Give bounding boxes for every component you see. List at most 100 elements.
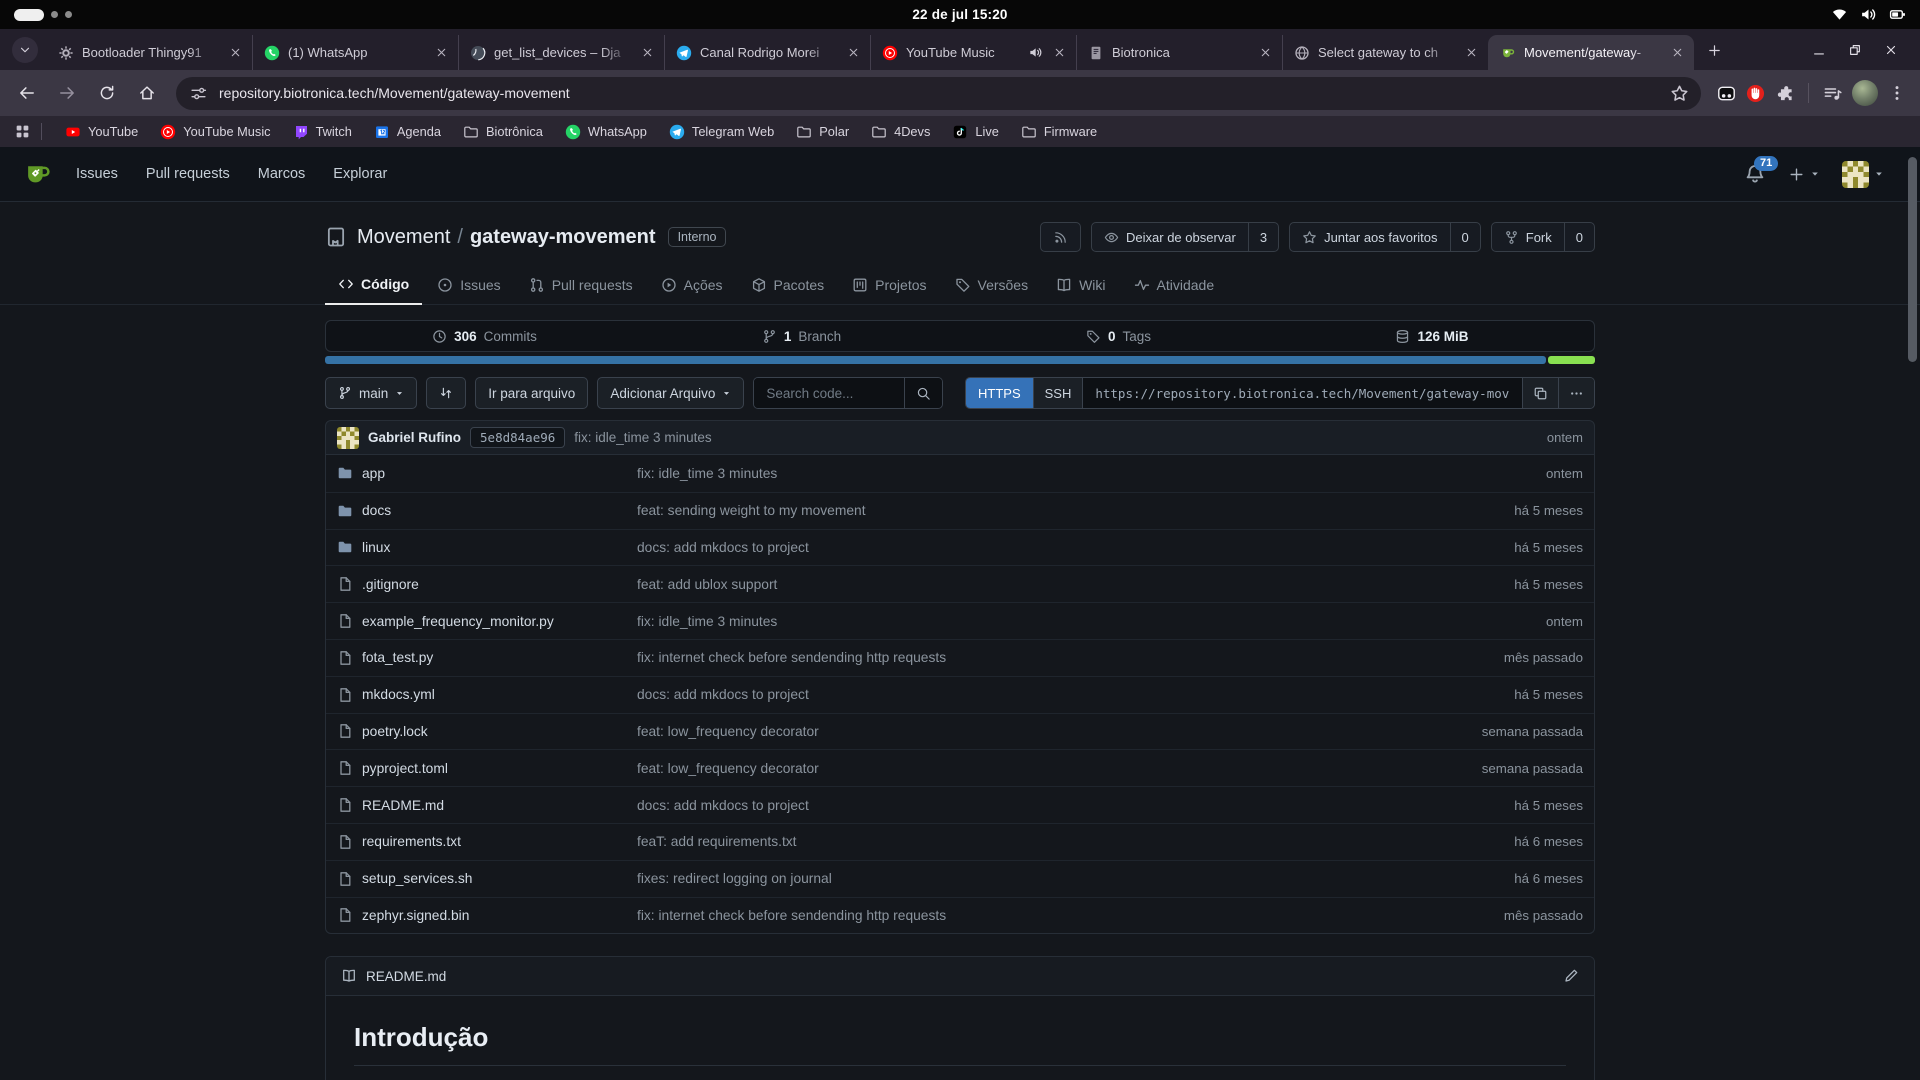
language-segment-python[interactable] <box>325 356 1546 364</box>
tab-close-icon[interactable] <box>227 44 244 61</box>
browser-menu-icon[interactable] <box>1888 84 1906 102</box>
repo-stat-branch[interactable]: 1 Branch <box>643 329 960 344</box>
file-name-link[interactable]: setup_services.sh <box>337 871 637 887</box>
bookmark-item[interactable]: Live <box>943 121 1007 143</box>
forward-button[interactable] <box>50 76 84 110</box>
browser-tab[interactable]: YouTube Music <box>870 35 1076 70</box>
tab-close-icon[interactable] <box>433 44 450 61</box>
adblock-extension-icon[interactable] <box>1746 84 1765 103</box>
media-controls-icon[interactable] <box>1823 84 1842 103</box>
user-menu[interactable] <box>1842 161 1884 188</box>
bookmark-star-icon[interactable] <box>1670 84 1689 103</box>
file-name-link[interactable]: .gitignore <box>337 576 637 592</box>
bookmark-item[interactable]: YouTube Music <box>151 121 279 143</box>
repo-tab-package[interactable]: Pacotes <box>738 267 838 304</box>
file-commit-message-link[interactable]: fix: idle_time 3 minutes <box>637 614 1403 629</box>
compare-button[interactable] <box>426 377 466 409</box>
branch-selector[interactable]: main <box>325 377 417 409</box>
file-commit-message-link[interactable]: fix: internet check before sendending ht… <box>637 908 1403 923</box>
repo-stat-clock[interactable]: 306 Commits <box>326 329 643 344</box>
code-search-button[interactable] <box>904 378 942 408</box>
address-bar[interactable]: repository.biotronica.tech/Movement/gate… <box>176 77 1701 110</box>
bookmark-item[interactable]: Biotrônica <box>454 121 552 143</box>
file-name-link[interactable]: README.md <box>337 797 637 813</box>
file-name-link[interactable]: fota_test.py <box>337 650 637 666</box>
bookmark-item[interactable]: WhatsApp <box>556 121 656 143</box>
file-commit-message-link[interactable]: feat: low_frequency decorator <box>637 761 1403 776</box>
reload-button[interactable] <box>90 76 124 110</box>
file-commit-message-link[interactable]: feaT: add requirements.txt <box>637 834 1403 849</box>
repo-tab-pr[interactable]: Pull requests <box>516 267 646 304</box>
file-name-link[interactable]: zephyr.signed.bin <box>337 907 637 923</box>
copy-url-button[interactable] <box>1522 378 1558 408</box>
bookmark-item[interactable]: Firmware <box>1012 121 1106 143</box>
site-settings-icon[interactable] <box>190 85 207 102</box>
bookmark-item[interactable]: YouTube <box>56 121 147 143</box>
repo-stat-tag[interactable]: 0 Tags <box>960 329 1277 344</box>
star-button[interactable]: Juntar aos favoritos <box>1290 223 1449 251</box>
gitea-nav-item-explorar[interactable]: Explorar <box>333 166 387 182</box>
battery-icon[interactable] <box>1889 6 1906 23</box>
notifications-button[interactable]: 71 <box>1744 163 1766 185</box>
repo-tab-actions[interactable]: Ações <box>648 267 736 304</box>
file-commit-message-link[interactable]: fix: internet check before sendending ht… <box>637 650 1403 665</box>
tab-close-icon[interactable] <box>1257 44 1274 61</box>
watch-button[interactable]: Deixar de observar <box>1092 223 1248 251</box>
file-name-link[interactable]: app <box>337 465 637 481</box>
file-commit-message-link[interactable]: fix: idle_time 3 minutes <box>637 466 1403 481</box>
commit-message-link[interactable]: fix: idle_time 3 minutes <box>574 430 711 445</box>
watch-count[interactable]: 3 <box>1248 223 1278 251</box>
repo-tab-tag[interactable]: Versões <box>942 267 1042 304</box>
browser-tab[interactable]: Bootloader Thingy91 <box>46 35 252 70</box>
system-tray[interactable] <box>1646 6 1906 23</box>
restore-button[interactable] <box>1840 36 1870 64</box>
clone-https-button[interactable]: HTTPS <box>966 378 1033 408</box>
bookmark-item[interactable]: 4Devs <box>862 121 939 143</box>
repo-tab-projects[interactable]: Projetos <box>839 267 939 304</box>
repo-tab-code[interactable]: Código <box>325 267 422 305</box>
fork-count[interactable]: 0 <box>1564 223 1594 251</box>
file-name-link[interactable]: pyproject.toml <box>337 760 637 776</box>
repo-stat-database[interactable]: 126 MiB <box>1277 329 1594 344</box>
more-options-button[interactable] <box>1558 378 1594 408</box>
browser-profile-avatar[interactable] <box>1852 80 1878 106</box>
commit-author-avatar[interactable] <box>337 427 359 449</box>
back-button[interactable] <box>10 76 44 110</box>
file-name-link[interactable]: requirements.txt <box>337 834 637 850</box>
gitea-logo-icon[interactable] <box>22 158 54 190</box>
extensions-puzzle-icon[interactable] <box>1775 84 1794 103</box>
fork-button[interactable]: Fork <box>1492 223 1564 251</box>
browser-tab[interactable]: Movement/gateway- <box>1488 35 1694 70</box>
commit-author-link[interactable]: Gabriel Rufino <box>368 430 461 445</box>
url-text[interactable]: repository.biotronica.tech/Movement/gate… <box>219 85 1658 101</box>
tab-close-icon[interactable] <box>1051 44 1068 61</box>
browser-tab[interactable]: Canal Rodrigo Morei <box>664 35 870 70</box>
gitea-nav-item-pull-requests[interactable]: Pull requests <box>146 166 230 182</box>
commit-hash-link[interactable]: 5e8d84ae96 <box>470 427 565 448</box>
language-segment-shell[interactable] <box>1548 356 1595 364</box>
file-commit-message-link[interactable]: feat: sending weight to my movement <box>637 503 1403 518</box>
bookmark-item[interactable]: Telegram Web <box>660 121 783 143</box>
file-name-link[interactable]: mkdocs.yml <box>337 687 637 703</box>
apps-grid-icon[interactable] <box>14 123 31 140</box>
tab-close-icon[interactable] <box>845 44 862 61</box>
file-name-link[interactable]: docs <box>337 503 637 519</box>
rss-button[interactable] <box>1040 222 1081 252</box>
go-to-file-button[interactable]: Ir para arquivo <box>475 377 588 409</box>
tab-close-icon[interactable] <box>1463 44 1480 61</box>
repo-tab-issue[interactable]: Issues <box>424 267 513 304</box>
file-commit-message-link[interactable]: docs: add mkdocs to project <box>637 687 1403 702</box>
edit-readme-icon[interactable] <box>1563 968 1579 984</box>
tab-search-button[interactable] <box>12 37 38 63</box>
devtools-extension-icon[interactable] <box>1717 84 1736 103</box>
minimize-button[interactable] <box>1804 36 1834 64</box>
volume-icon[interactable] <box>1860 6 1877 23</box>
add-file-button[interactable]: Adicionar Arquivo <box>597 377 744 409</box>
repo-tab-activity[interactable]: Atividade <box>1121 267 1228 304</box>
file-name-link[interactable]: linux <box>337 539 637 555</box>
repo-owner-link[interactable]: Movement <box>357 226 450 249</box>
bookmark-item[interactable]: Agenda <box>365 121 450 143</box>
create-new-menu[interactable] <box>1788 166 1820 183</box>
new-tab-button[interactable] <box>1700 36 1728 64</box>
star-count[interactable]: 0 <box>1450 223 1480 251</box>
